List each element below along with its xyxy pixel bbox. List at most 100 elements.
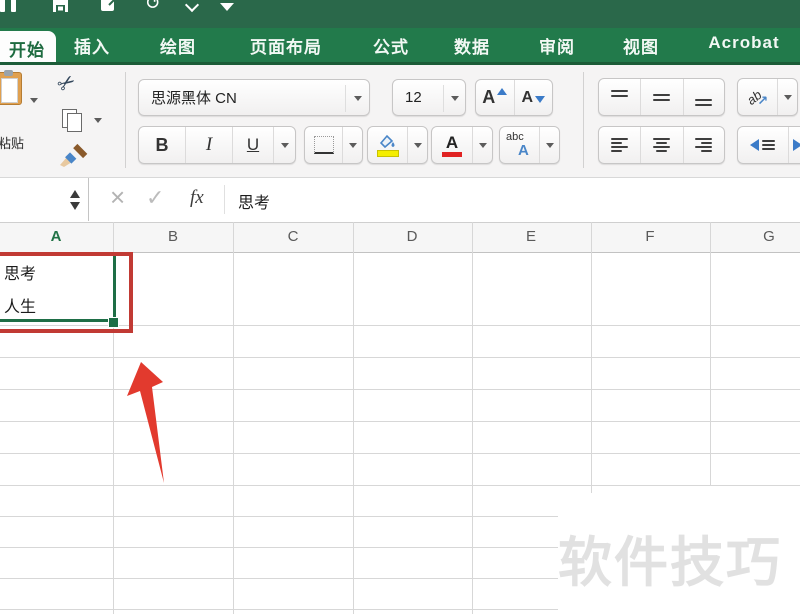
tab-data[interactable]: 数据 xyxy=(454,33,490,58)
font-name-combobox[interactable]: 思源黑体 CN xyxy=(138,79,370,116)
up-triangle-icon xyxy=(497,88,508,95)
font-size-value: 12 xyxy=(405,89,422,106)
align-bottom-button[interactable] xyxy=(684,79,724,115)
vertical-align-group xyxy=(598,78,725,116)
gridline xyxy=(0,516,558,517)
bold-label: B xyxy=(155,134,169,155)
font-grow-shrink-group: A A xyxy=(475,79,553,116)
column-header-E[interactable]: E xyxy=(526,228,536,245)
copy-caret-icon[interactable] xyxy=(94,118,102,123)
down-triangle-icon xyxy=(535,96,546,103)
shrink-letter: A xyxy=(521,88,534,106)
align-right-button[interactable] xyxy=(684,127,724,163)
name-box-spin-down-icon[interactable] xyxy=(70,202,80,210)
paste-button[interactable]: 粘贴 xyxy=(0,70,38,151)
orientation-button[interactable]: ab ↗ xyxy=(737,78,798,116)
cancel-button[interactable]: × xyxy=(110,182,125,213)
menu-down-icon[interactable] xyxy=(220,3,234,11)
column-header-C[interactable]: C xyxy=(288,228,299,245)
tab-page-layout[interactable]: 页面布局 xyxy=(250,33,322,58)
font-color-caret-button[interactable] xyxy=(473,127,492,163)
title-bar: ↺ xyxy=(0,0,800,28)
caret-icon[interactable] xyxy=(184,0,200,13)
formula-input[interactable]: 思考 xyxy=(238,189,270,213)
grow-letter: A xyxy=(482,87,496,107)
annotation-red-box xyxy=(0,252,133,333)
clipboard-icon xyxy=(0,70,22,105)
italic-label: I xyxy=(205,134,213,155)
tab-insert[interactable]: 插入 xyxy=(74,33,110,58)
underline-button[interactable]: U xyxy=(233,127,274,163)
align-left-button[interactable] xyxy=(599,127,642,163)
decrease-font-button[interactable]: A xyxy=(515,80,553,115)
gridline xyxy=(710,222,711,486)
paste-caret-icon[interactable] xyxy=(30,98,38,103)
text-style-button[interactable]: abc A xyxy=(499,126,560,164)
column-header-G[interactable]: G xyxy=(763,228,775,245)
align-center-button[interactable] xyxy=(641,127,684,163)
gridline xyxy=(472,222,473,614)
insert-function-button[interactable]: fx xyxy=(190,187,204,209)
paint-bucket-icon xyxy=(379,134,394,148)
indent-left-arrow-icon xyxy=(750,139,760,151)
indent-right-arrow-icon xyxy=(792,139,800,151)
tab-view[interactable]: 视图 xyxy=(623,33,659,58)
group-divider xyxy=(583,72,584,168)
fill-color-button[interactable] xyxy=(367,126,428,164)
save-icon[interactable] xyxy=(52,0,69,18)
gridline xyxy=(233,222,234,614)
undo-icon[interactable]: ↺ xyxy=(145,0,161,15)
orientation-caret-button[interactable] xyxy=(778,79,797,115)
decrease-indent-button[interactable] xyxy=(738,127,789,163)
font-size-combobox[interactable]: 12 xyxy=(392,79,466,116)
tab-home[interactable]: 开始 xyxy=(0,31,56,65)
paste-label: 粘贴 xyxy=(0,136,25,151)
window-icon[interactable] xyxy=(0,0,17,17)
cut-button[interactable]: ✂ xyxy=(52,68,81,99)
borders-button[interactable] xyxy=(304,126,363,164)
font-name-caret-icon[interactable] xyxy=(354,96,362,101)
watermark-text: 软件技巧 xyxy=(558,533,782,593)
underline-caret-button[interactable] xyxy=(274,127,295,163)
tab-home-label: 开始 xyxy=(9,40,45,60)
font-size-caret-icon[interactable] xyxy=(451,96,459,101)
format-painter-button[interactable] xyxy=(58,143,88,172)
borders-caret-button[interactable] xyxy=(343,127,362,163)
gridline xyxy=(0,609,558,610)
group-divider xyxy=(125,72,126,168)
increase-indent-button[interactable] xyxy=(789,127,800,163)
gridline xyxy=(0,578,558,579)
brush-icon xyxy=(60,143,88,167)
column-header-F[interactable]: F xyxy=(645,228,654,245)
confirm-button[interactable]: ✓ xyxy=(146,185,164,211)
tab-acrobat[interactable]: Acrobat xyxy=(708,33,779,53)
column-header-D[interactable]: D xyxy=(407,228,418,245)
share-icon[interactable] xyxy=(100,0,118,18)
increase-font-button[interactable]: A xyxy=(476,80,515,115)
bold-button[interactable]: B xyxy=(139,127,186,163)
indent-group xyxy=(737,126,800,164)
abc-a-label: A xyxy=(518,142,529,159)
tab-draw[interactable]: 绘图 xyxy=(160,33,196,58)
tab-formulas[interactable]: 公式 xyxy=(373,33,409,58)
name-box[interactable] xyxy=(0,178,89,221)
name-box-spin-up-icon[interactable] xyxy=(70,190,80,198)
text-style-caret-button[interactable] xyxy=(540,127,559,163)
align-middle-button[interactable] xyxy=(641,79,684,115)
copy-button[interactable] xyxy=(62,109,102,133)
column-header-row xyxy=(0,222,800,253)
tab-review[interactable]: 审阅 xyxy=(539,33,575,58)
fill-caret-button[interactable] xyxy=(408,127,427,163)
horizontal-align-group xyxy=(598,126,725,164)
italic-button[interactable]: I xyxy=(186,127,233,163)
column-header-B[interactable]: B xyxy=(168,228,178,245)
font-color-letter: A xyxy=(445,132,459,152)
align-top-button[interactable] xyxy=(599,79,642,115)
column-header-A[interactable]: A xyxy=(51,228,62,245)
font-color-button[interactable]: A xyxy=(431,126,493,164)
bold-italic-underline-group: B I U xyxy=(138,126,296,164)
gridline xyxy=(353,222,354,614)
font-color-red-bar xyxy=(442,151,462,157)
excel-window: ↺ 插入 绘图 页面布局 公式 数据 审阅 视图 Acrobat 开始 粘贴 ✂ xyxy=(0,0,800,614)
font-name-value: 思源黑体 CN xyxy=(151,90,237,107)
